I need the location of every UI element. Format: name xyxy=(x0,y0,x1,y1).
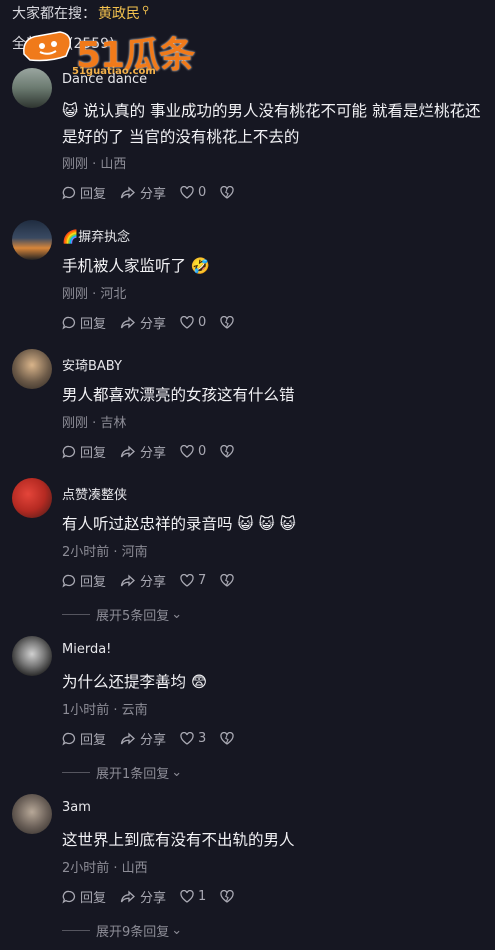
comment-meta: 刚刚 · 河北 xyxy=(62,287,127,302)
dislike-button[interactable] xyxy=(220,890,238,903)
search-prefix: 大家都在搜： xyxy=(12,6,96,22)
broken-heart-icon xyxy=(220,574,234,587)
share-icon xyxy=(120,574,135,586)
reply-button[interactable]: 回复 xyxy=(62,313,106,332)
like-button[interactable]: 0 xyxy=(180,444,206,459)
comment-text: 😺 说认真的 事业成功的男人没有桃花不可能 就看是烂桃花还是好的了 当官的没有桃… xyxy=(62,102,481,146)
avatar[interactable] xyxy=(12,794,52,834)
divider xyxy=(62,614,90,615)
comment-actions: 回复 分享 0 xyxy=(62,183,252,202)
share-button[interactable]: 分享 xyxy=(120,183,166,202)
comment-actions: 回复 分享 7 xyxy=(62,571,252,590)
comment-username[interactable]: 🌈摒弃执念 xyxy=(62,226,130,245)
dislike-button[interactable] xyxy=(220,186,238,199)
avatar[interactable] xyxy=(12,68,52,108)
heart-icon xyxy=(180,445,194,458)
like-count: 0 xyxy=(198,444,207,459)
avatar[interactable] xyxy=(12,349,52,389)
share-button[interactable]: 分享 xyxy=(120,313,166,332)
comment-actions: 回复 分享 1 xyxy=(62,887,252,906)
reply-icon xyxy=(62,732,76,745)
broken-heart-icon xyxy=(220,890,234,903)
reply-button[interactable]: 回复 xyxy=(62,729,106,748)
dislike-button[interactable] xyxy=(220,732,238,745)
expand-replies-button[interactable]: 展开5条回复 ⌄ xyxy=(62,605,182,624)
share-button[interactable]: 分享 xyxy=(120,442,166,461)
share-button[interactable]: 分享 xyxy=(120,887,166,906)
heart-icon xyxy=(180,890,194,903)
like-button[interactable]: 3 xyxy=(180,731,206,746)
like-button[interactable]: 1 xyxy=(180,889,206,904)
comment-actions: 回复 分享 3 xyxy=(62,729,252,748)
comment-text: 为什么还提李善均 😨 xyxy=(62,673,208,691)
comment-text: 有人听过赵忠祥的录音吗 😺 😺 😺 xyxy=(62,515,296,533)
reply-button[interactable]: 回复 xyxy=(62,571,106,590)
reply-icon xyxy=(62,316,76,329)
comment-username[interactable]: 3am xyxy=(62,800,91,815)
share-icon xyxy=(120,186,135,198)
share-icon xyxy=(120,732,135,744)
share-button[interactable]: 分享 xyxy=(120,571,166,590)
like-button[interactable]: 7 xyxy=(180,573,206,588)
share-button[interactable]: 分享 xyxy=(120,729,166,748)
dislike-button[interactable] xyxy=(220,445,238,458)
reply-icon xyxy=(62,445,76,458)
like-count: 0 xyxy=(198,315,207,330)
avatar[interactable] xyxy=(12,478,52,518)
reply-icon xyxy=(62,890,76,903)
like-button[interactable]: 0 xyxy=(180,185,206,200)
comment-meta: 刚刚 · 山西 xyxy=(62,157,127,172)
search-icon: ⚲ xyxy=(142,4,150,16)
heart-icon xyxy=(180,732,194,745)
comment-meta: 2小时前 · 山西 xyxy=(62,861,148,876)
avatar[interactable] xyxy=(12,636,52,676)
avatar[interactable] xyxy=(12,220,52,260)
reply-button[interactable]: 回复 xyxy=(62,442,106,461)
divider xyxy=(62,930,90,931)
like-count: 3 xyxy=(198,731,207,746)
search-suggestion-bar[interactable]: 大家都在搜： 黄政民 ⚲ xyxy=(12,2,149,24)
reply-icon xyxy=(62,574,76,587)
share-icon xyxy=(120,316,135,328)
broken-heart-icon xyxy=(220,186,234,199)
heart-icon xyxy=(180,316,194,329)
expand-replies-button[interactable]: 展开1条回复 ⌄ xyxy=(62,763,182,782)
heart-icon xyxy=(180,186,194,199)
watermark-mascot-icon xyxy=(23,31,72,62)
chevron-down-icon: ⌄ xyxy=(171,607,183,622)
comment-text: 手机被人家监听了 🤣 xyxy=(62,257,211,275)
comment-meta: 1小时前 · 云南 xyxy=(62,703,148,718)
comment-actions: 回复 分享 0 xyxy=(62,313,252,332)
heart-icon xyxy=(180,574,194,587)
comment-meta: 刚刚 · 吉林 xyxy=(62,416,127,431)
reply-icon xyxy=(62,186,76,199)
divider xyxy=(62,772,90,773)
share-icon xyxy=(120,890,135,902)
comment-username[interactable]: Mierda! xyxy=(62,642,111,657)
dislike-button[interactable] xyxy=(220,574,238,587)
expand-replies-button[interactable]: 展开9条回复 ⌄ xyxy=(62,921,182,940)
search-keyword-link[interactable]: 黄政民 xyxy=(98,3,140,23)
chevron-down-icon: ⌄ xyxy=(171,923,183,938)
comment-meta: 2小时前 · 河南 xyxy=(62,545,148,560)
dislike-button[interactable] xyxy=(220,316,238,329)
comment-text: 男人都喜欢漂亮的女孩这有什么错 xyxy=(62,386,295,404)
broken-heart-icon xyxy=(220,732,234,745)
comment-text: 这世界上到底有没有不出轨的男人 xyxy=(62,831,295,849)
like-count: 1 xyxy=(198,889,207,904)
comment-username[interactable]: Dance dance xyxy=(62,72,147,87)
like-button[interactable]: 0 xyxy=(180,315,206,330)
reply-button[interactable]: 回复 xyxy=(62,183,106,202)
comment-actions: 回复 分享 0 xyxy=(62,442,252,461)
share-icon xyxy=(120,445,135,457)
like-count: 0 xyxy=(198,185,207,200)
comment-username[interactable]: 点赞凑整侠 xyxy=(62,484,127,503)
chevron-down-icon: ⌄ xyxy=(171,765,183,780)
like-count: 7 xyxy=(198,573,207,588)
reply-button[interactable]: 回复 xyxy=(62,887,106,906)
comment-username[interactable]: 安琦BABY xyxy=(62,355,122,374)
broken-heart-icon xyxy=(220,316,234,329)
broken-heart-icon xyxy=(220,445,234,458)
